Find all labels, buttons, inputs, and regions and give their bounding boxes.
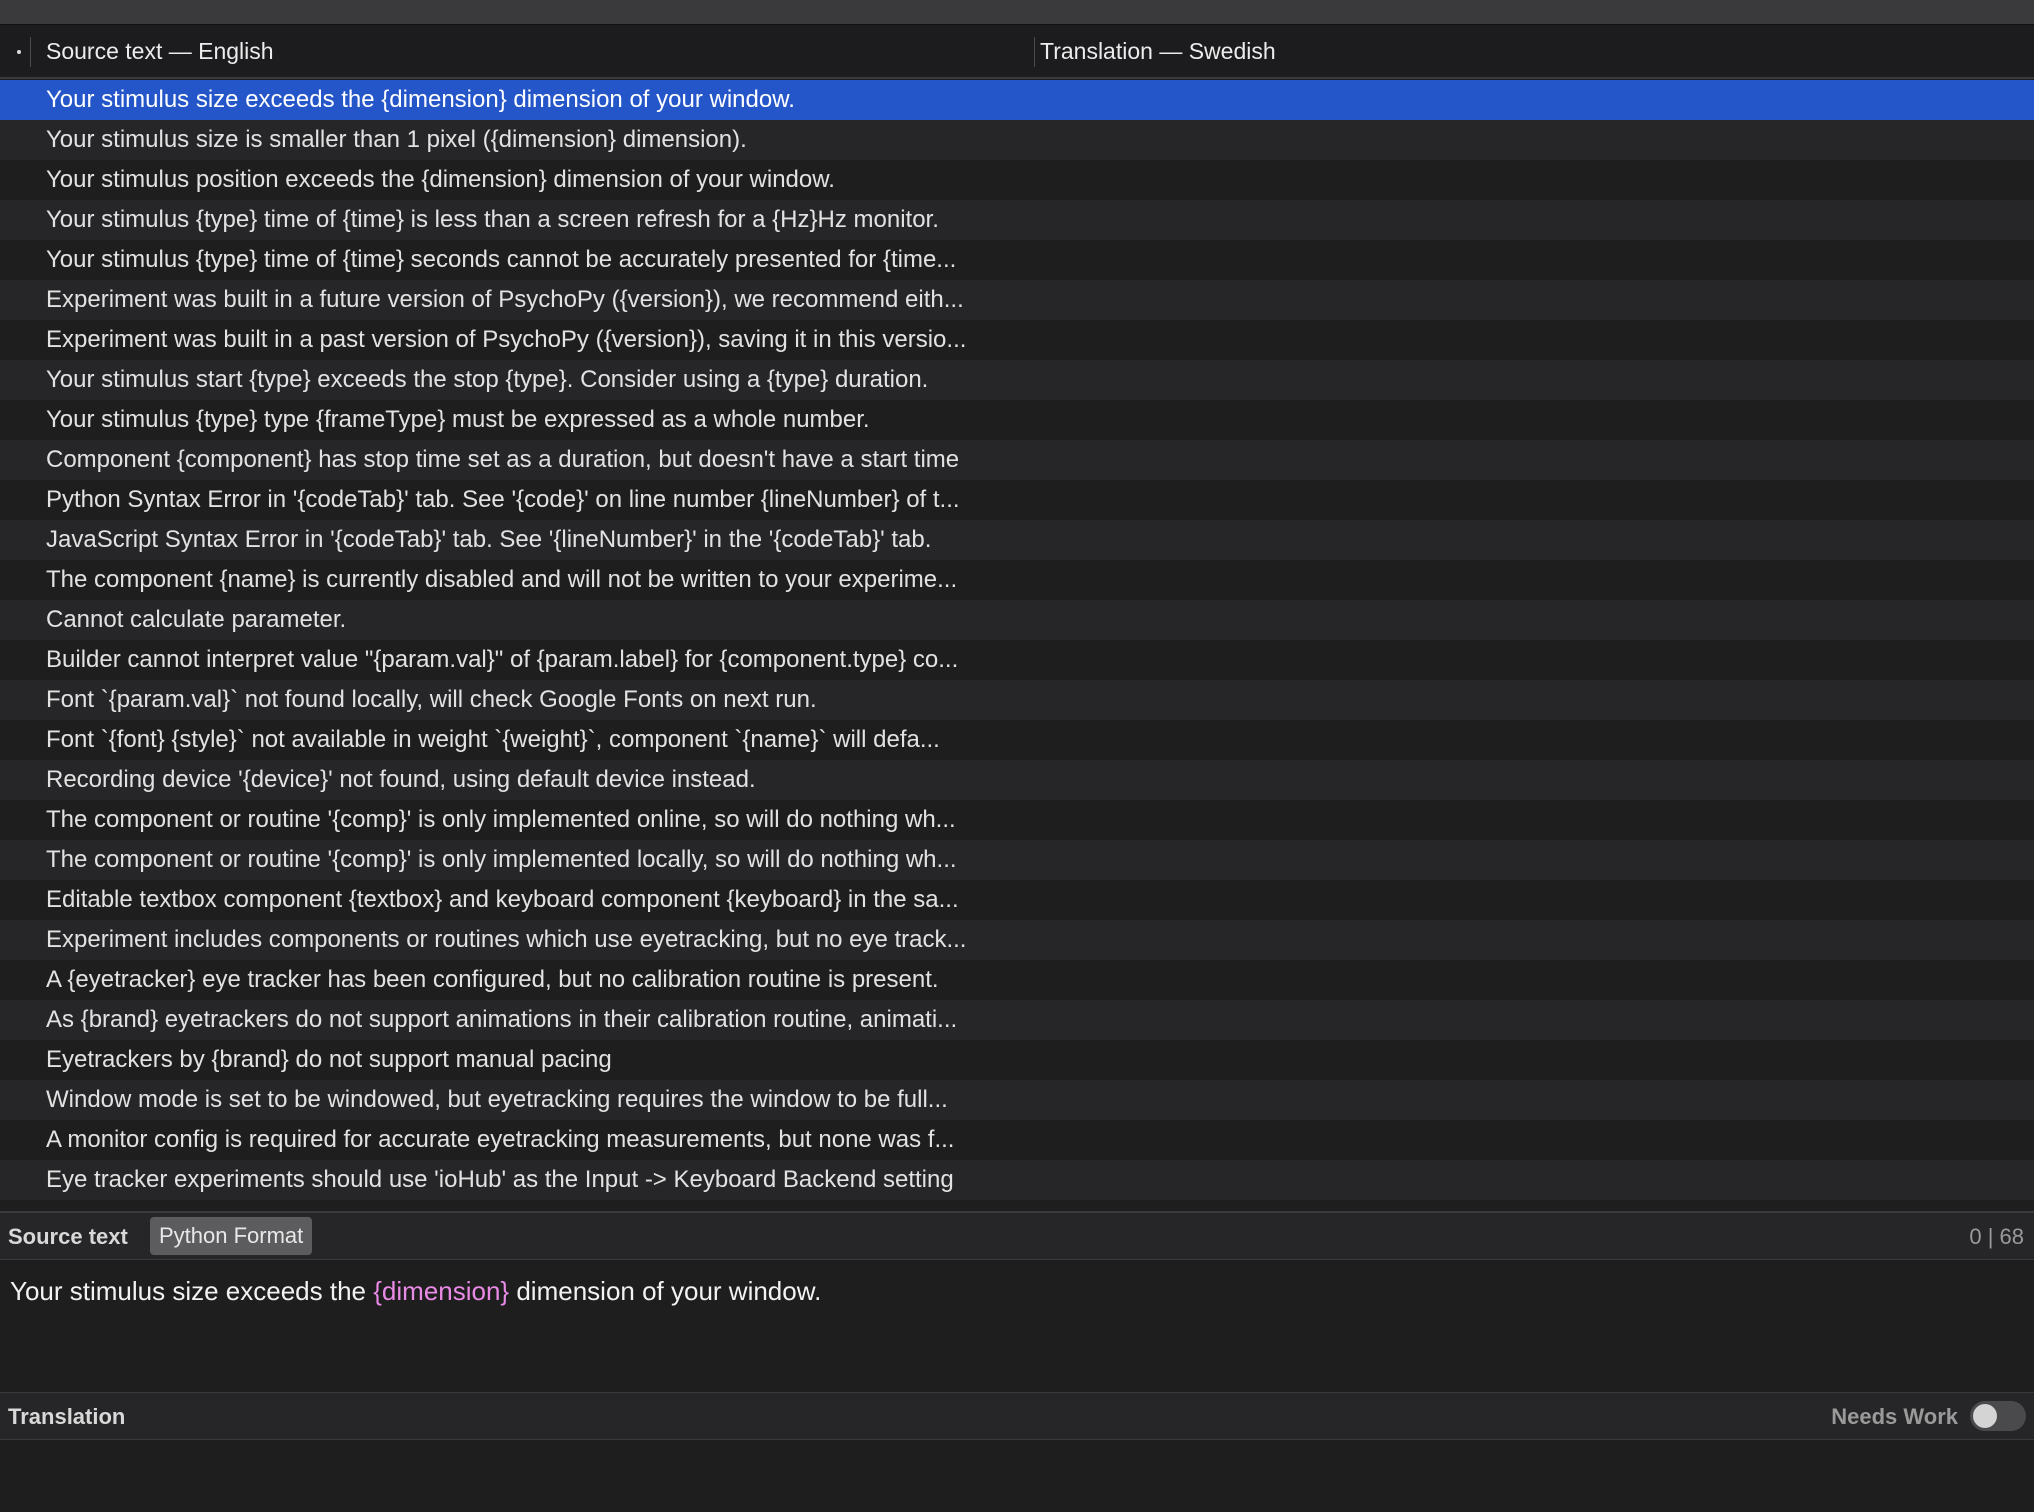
source-cell: Recording device '{device}' not found, u…	[46, 766, 756, 793]
table-row[interactable]: Recording device '{device}' not found, u…	[0, 760, 2034, 800]
source-cell: A {eyetracker} eye tracker has been conf…	[46, 966, 939, 993]
table-row[interactable]: Python Syntax Error in '{codeTab}' tab. …	[0, 480, 2034, 520]
toolbar-strip	[0, 0, 2034, 25]
translation-panel-title: Translation	[8, 1404, 126, 1429]
source-cell: Font `{param.val}` not found locally, wi…	[46, 686, 817, 713]
source-text-display: Your stimulus size exceeds the {dimensio…	[10, 1276, 821, 1307]
source-cell: Font `{font} {style}` not available in w…	[46, 726, 940, 753]
column-header-source[interactable]: Source text — English	[46, 38, 274, 65]
table-row[interactable]: Eye tracker experiments should use 'ioHu…	[0, 1160, 2034, 1200]
column-header-translation[interactable]: Translation — Swedish	[1040, 38, 1276, 65]
source-cell: Window mode is set to be windowed, but e…	[46, 1086, 948, 1113]
source-cell: Your stimulus {type} time of {time} is l…	[46, 206, 939, 233]
translation-panel-header: Translation Needs Work	[0, 1392, 2034, 1440]
source-cell: Component {component} has stop time set …	[46, 446, 960, 473]
table-row[interactable]: Eyetrackers by {brand} do not support ma…	[0, 1040, 2034, 1080]
table-row[interactable]: Editable textbox component {textbox} and…	[0, 880, 2034, 920]
table-row[interactable]: Font `{font} {style}` not available in w…	[0, 720, 2034, 760]
table-row[interactable]: JavaScript Syntax Error in '{codeTab}' t…	[0, 520, 2034, 560]
source-cell: Experiment includes components or routin…	[46, 926, 967, 953]
table-row[interactable]: The component or routine '{comp}' is onl…	[0, 840, 2034, 880]
table-row[interactable]: Builder cannot interpret value "{param.v…	[0, 640, 2034, 680]
source-cell: The component {name} is currently disabl…	[46, 566, 958, 593]
table-row[interactable]: Your stimulus position exceeds the {dime…	[0, 160, 2034, 200]
table-row[interactable]: Your stimulus size exceeds the {dimensio…	[0, 80, 2034, 120]
source-cell: Your stimulus {type} time of {time} seco…	[46, 246, 957, 273]
source-cell: Eye tracker experiments should use 'ioHu…	[46, 1166, 954, 1193]
column-divider[interactable]	[1034, 37, 1035, 67]
table-row[interactable]: Experiment was built in a future version…	[0, 280, 2034, 320]
source-text-panel: Your stimulus size exceeds the {dimensio…	[0, 1260, 2034, 1392]
table-row[interactable]: The component or routine '{comp}' is onl…	[0, 800, 2034, 840]
translation-panel	[0, 1440, 2034, 1512]
table-row[interactable]: Experiment includes components or routin…	[0, 920, 2034, 960]
source-cell: Editable textbox component {textbox} and…	[46, 886, 959, 913]
source-cell: JavaScript Syntax Error in '{codeTab}' t…	[46, 526, 932, 553]
column-divider[interactable]	[30, 37, 31, 67]
table-row[interactable]: Your stimulus {type} time of {time} is l…	[0, 200, 2034, 240]
table-header: Source text — English Translation — Swed…	[0, 25, 2034, 79]
placeholder-token: {dimension}	[373, 1276, 510, 1306]
needs-work-toggle[interactable]	[1970, 1401, 2026, 1431]
table-row[interactable]: Cannot calculate parameter.	[0, 600, 2034, 640]
table-row[interactable]: As {brand} eyetrackers do not support an…	[0, 1000, 2034, 1040]
source-cell: Your stimulus size exceeds the {dimensio…	[46, 86, 795, 113]
table-row[interactable]: A {eyetracker} eye tracker has been conf…	[0, 960, 2034, 1000]
table-row[interactable]: Your stimulus start {type} exceeds the s…	[0, 360, 2034, 400]
source-cell: As {brand} eyetrackers do not support an…	[46, 1006, 958, 1033]
needs-work-label: Needs Work	[1831, 1404, 1958, 1429]
string-list: Your stimulus size exceeds the {dimensio…	[0, 80, 2034, 1200]
translation-input[interactable]	[0, 1440, 2034, 1512]
source-text-segment: Your stimulus size exceeds the	[10, 1276, 374, 1306]
source-cell: The component or routine '{comp}' is onl…	[46, 846, 957, 873]
source-cell: Experiment was built in a future version…	[46, 286, 964, 313]
status-column-header[interactable]	[17, 50, 21, 54]
source-text-segment: dimension of your window.	[509, 1276, 822, 1306]
source-cell: A monitor config is required for accurat…	[46, 1126, 955, 1153]
character-count: 0 | 68	[1969, 1224, 2024, 1249]
source-cell: Your stimulus size is smaller than 1 pix…	[46, 126, 747, 153]
table-row[interactable]: Your stimulus {type} time of {time} seco…	[0, 240, 2034, 280]
toggle-knob	[1973, 1404, 1997, 1428]
source-cell: Python Syntax Error in '{codeTab}' tab. …	[46, 486, 960, 513]
source-cell: Builder cannot interpret value "{param.v…	[46, 646, 959, 673]
source-cell: Cannot calculate parameter.	[46, 606, 347, 633]
format-badge: Python Format	[150, 1217, 313, 1255]
table-row[interactable]: Your stimulus size is smaller than 1 pix…	[0, 120, 2034, 160]
translation-editor-window: Source text — English Translation — Swed…	[0, 0, 2034, 1512]
table-row[interactable]: Component {component} has stop time set …	[0, 440, 2034, 480]
source-panel-title: Source text	[8, 1224, 128, 1249]
table-row[interactable]: Experiment was built in a past version o…	[0, 320, 2034, 360]
source-cell: Your stimulus position exceeds the {dime…	[46, 166, 835, 193]
table-row[interactable]: Font `{param.val}` not found locally, wi…	[0, 680, 2034, 720]
table-row[interactable]: The component {name} is currently disabl…	[0, 560, 2034, 600]
source-cell: Your stimulus start {type} exceeds the s…	[46, 366, 929, 393]
source-cell: Eyetrackers by {brand} do not support ma…	[46, 1046, 612, 1073]
table-row[interactable]: Your stimulus {type} type {frameType} mu…	[0, 400, 2034, 440]
source-cell: Your stimulus {type} type {frameType} mu…	[46, 406, 870, 433]
table-row[interactable]: A monitor config is required for accurat…	[0, 1120, 2034, 1160]
source-panel-header: Source text Python Format 0 | 68	[0, 1213, 2034, 1260]
source-cell: The component or routine '{comp}' is onl…	[46, 806, 956, 833]
source-cell: Experiment was built in a past version o…	[46, 326, 967, 353]
table-row[interactable]: Window mode is set to be windowed, but e…	[0, 1080, 2034, 1120]
